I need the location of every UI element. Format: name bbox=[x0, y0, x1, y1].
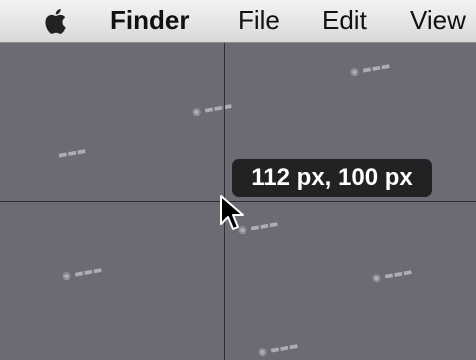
desktop-watermark: ◉ ▬▬▬ bbox=[349, 60, 392, 79]
menu-app-name[interactable]: Finder bbox=[110, 5, 189, 36]
desktop-watermark: ▬▬▬ bbox=[57, 145, 88, 162]
arrow-pointer-icon bbox=[220, 195, 244, 230]
apple-logo-icon[interactable] bbox=[38, 3, 74, 39]
screen: ◉ ▬▬▬ ◉ ▬▬▬ ▬▬▬ ◉ ▬▬▬ ◉ ▬▬▬ ◉ ▬▬▬ ◉ ▬▬▬ … bbox=[0, 0, 476, 360]
desktop-watermark: ◉ ▬▬▬ bbox=[371, 266, 414, 285]
menu-item-view[interactable]: View bbox=[410, 5, 466, 36]
desktop-watermark: ◉ ▬▬▬ bbox=[61, 264, 104, 283]
desktop-watermark: ◉ ▬▬▬ bbox=[191, 100, 234, 119]
menu-bar: Finder File Edit View bbox=[0, 0, 476, 43]
menu-item-file[interactable]: File bbox=[238, 5, 280, 36]
crosshair-vertical-line bbox=[224, 0, 225, 360]
menu-item-edit[interactable]: Edit bbox=[322, 5, 367, 36]
desktop-watermark: ◉ ▬▬▬ bbox=[257, 340, 300, 359]
coordinate-readout: 112 px, 100 px bbox=[232, 159, 432, 197]
